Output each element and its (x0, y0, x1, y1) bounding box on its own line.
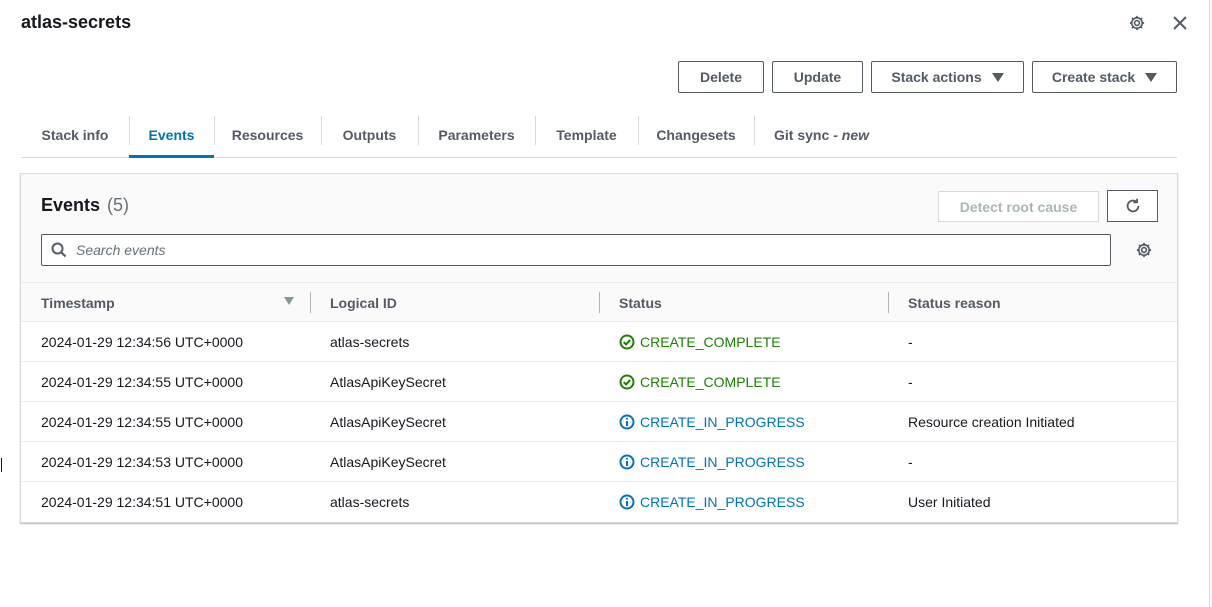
events-title: Events (5) (41, 195, 129, 216)
events-panel: Events (5) Detect root cause Search even… (20, 173, 1178, 523)
page-header: atlas-secrets (21, 10, 1191, 40)
tab-events[interactable]: Events (129, 112, 214, 158)
status-cell: CREATE_COMPLETE (619, 362, 781, 402)
events-table: Timestamp Logical ID Status Status reaso… (21, 283, 1177, 522)
search-field[interactable] (41, 234, 1111, 266)
timestamp-cell: 2024-01-29 12:34:55 UTC+0000 (41, 414, 243, 430)
search-input[interactable] (76, 242, 1096, 258)
timestamp-cell: 2024-01-29 12:34:55 UTC+0000 (41, 374, 243, 390)
table-row: 2024-01-29 12:34:55 UTC+0000 AtlasApiKey… (21, 402, 1177, 442)
timestamp-cell: 2024-01-29 12:34:51 UTC+0000 (41, 494, 243, 510)
events-panel-header: Events (5) Detect root cause (21, 174, 1177, 283)
table-row: 2024-01-29 12:34:56 UTC+0000 atlas-secre… (21, 322, 1177, 362)
status-reason-cell: User Initiated (908, 494, 991, 510)
close-icon[interactable] (1169, 12, 1191, 34)
stack-actions-label: Stack actions (891, 69, 982, 85)
stack-actions-button[interactable]: Stack actions (871, 61, 1024, 93)
tab-resources[interactable]: Resources (214, 112, 321, 157)
table-header: Timestamp Logical ID Status Status reaso… (21, 283, 1177, 322)
tab-outputs[interactable]: Outputs (321, 112, 418, 157)
status-reason-cell: Resource creation Initiated (908, 414, 1075, 430)
table-row: 2024-01-29 12:34:53 UTC+0000 AtlasApiKey… (21, 442, 1177, 482)
stack-actions-toolbar: Delete Update Stack actions Create stack (0, 61, 1212, 93)
column-divider[interactable] (599, 292, 600, 313)
column-header-status-reason[interactable]: Status reason (908, 283, 1001, 322)
column-divider[interactable] (888, 292, 889, 313)
info-icon (619, 454, 635, 470)
tab-changesets[interactable]: Changesets (638, 112, 754, 157)
tab-git-sync-label: Git sync (773, 126, 830, 143)
column-header-status[interactable]: Status (619, 283, 662, 322)
tab-git-sync[interactable]: Git sync - new (754, 112, 889, 157)
table-row: 2024-01-29 12:34:55 UTC+0000 AtlasApiKey… (21, 362, 1177, 402)
page-title: atlas-secrets (21, 12, 132, 32)
timestamp-cell: 2024-01-29 12:34:53 UTC+0000 (41, 454, 243, 470)
create-stack-button[interactable]: Create stack (1032, 61, 1177, 93)
sort-descending-icon[interactable] (284, 297, 294, 305)
logical-id-cell: atlas-secrets (330, 334, 410, 350)
column-header-timestamp[interactable]: Timestamp (41, 283, 115, 322)
info-icon (619, 494, 635, 510)
success-check-icon (619, 374, 635, 390)
info-icon (619, 414, 635, 430)
success-check-icon (619, 334, 635, 350)
events-title-text: Events (41, 195, 101, 215)
tab-bar: Stack info Events Resources Outputs Para… (21, 112, 1177, 158)
status-text: CREATE_COMPLETE (640, 374, 781, 390)
text-cursor (1, 458, 2, 472)
refresh-icon (1126, 198, 1139, 213)
logical-id-cell: atlas-secrets (330, 494, 410, 510)
column-divider[interactable] (310, 292, 311, 313)
logical-id-cell: AtlasApiKeySecret (330, 454, 446, 470)
delete-button[interactable]: Delete (678, 61, 764, 93)
tab-template[interactable]: Template (535, 112, 638, 157)
status-cell: CREATE_IN_PROGRESS (619, 442, 805, 482)
status-cell: CREATE_COMPLETE (619, 322, 781, 362)
status-text: CREATE_COMPLETE (640, 334, 781, 350)
gear-icon[interactable] (1126, 12, 1148, 34)
status-reason-cell: - (908, 334, 913, 350)
caret-down-icon (991, 72, 1004, 82)
new-badge: - new (833, 126, 870, 143)
status-text: CREATE_IN_PROGRESS (640, 494, 805, 510)
status-cell: CREATE_IN_PROGRESS (619, 402, 805, 442)
status-reason-cell: - (908, 454, 913, 470)
logical-id-cell: AtlasApiKeySecret (330, 414, 446, 430)
table-row: 2024-01-29 12:34:51 UTC+0000 atlas-secre… (21, 482, 1177, 522)
tab-parameters[interactable]: Parameters (418, 112, 535, 157)
status-cell: CREATE_IN_PROGRESS (619, 482, 805, 522)
events-count: (5) (107, 195, 130, 215)
create-stack-label: Create stack (1051, 69, 1136, 85)
search-icon (42, 235, 76, 265)
column-header-logical-id[interactable]: Logical ID (330, 283, 397, 322)
status-text: CREATE_IN_PROGRESS (640, 454, 805, 470)
update-button[interactable]: Update (772, 61, 863, 93)
status-reason-cell: - (908, 374, 913, 390)
logical-id-cell: AtlasApiKeySecret (330, 374, 446, 390)
detect-root-cause-button[interactable]: Detect root cause (938, 191, 1099, 222)
tab-stack-info[interactable]: Stack info (21, 112, 129, 157)
timestamp-cell: 2024-01-29 12:34:56 UTC+0000 (41, 334, 243, 350)
status-text: CREATE_IN_PROGRESS (640, 414, 805, 430)
gear-icon[interactable] (1134, 240, 1154, 260)
caret-down-icon (1145, 72, 1158, 82)
refresh-button[interactable] (1107, 190, 1158, 222)
